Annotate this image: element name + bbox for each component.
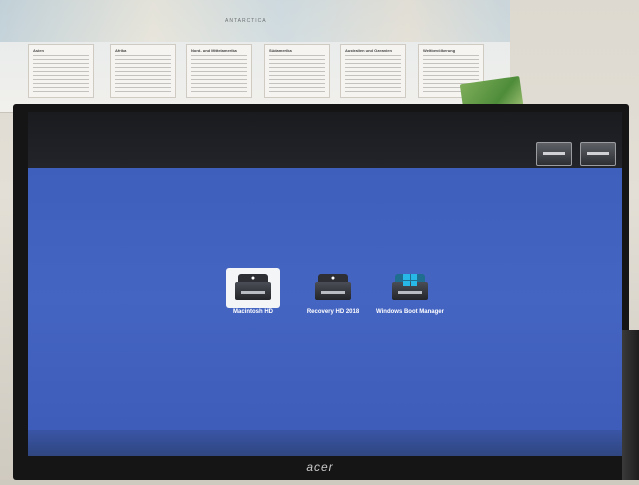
legend-box: Asien [28, 44, 94, 98]
legend-box: Südamerika [264, 44, 330, 98]
side-cable [622, 330, 639, 480]
legend-title: Australien und Ozeanien [345, 48, 392, 53]
apple-disk-icon: ● [235, 274, 271, 302]
legend-box: Australien und Ozeanien [340, 44, 406, 98]
windows-disk-icon [392, 274, 428, 302]
map-label: ANTARCTICA [225, 18, 267, 24]
boot-volume-windows[interactable] [383, 268, 437, 308]
legend-title: Asien [33, 48, 44, 53]
legend-box: Afrika [110, 44, 176, 98]
legend-title: Südamerika [269, 48, 292, 53]
legend-title: Weltbevölkerung [423, 48, 456, 53]
startup-disk-icon[interactable] [536, 142, 572, 166]
boot-volume-macintosh-hd[interactable]: ● [226, 268, 280, 308]
legend-title: Nord- und Mittelamerika [191, 48, 237, 53]
boot-volume-label[interactable]: Windows Boot Manager [355, 309, 465, 315]
apple-disk-icon: ● [315, 274, 351, 302]
wall-map-poster: ANTARCTICA Asien Afrika Nord- und Mittel… [0, 0, 510, 113]
screen-bottom-band [28, 430, 622, 456]
monitor-brand-logo: acer [306, 460, 334, 474]
windows-logo-icon [403, 274, 417, 286]
network-icon[interactable] [580, 142, 616, 166]
legend-title: Afrika [115, 48, 127, 53]
boot-volume-recovery-hd[interactable]: ● [306, 268, 360, 308]
legend-box: Nord- und Mittelamerika [186, 44, 252, 98]
screen-top-band [28, 112, 622, 168]
